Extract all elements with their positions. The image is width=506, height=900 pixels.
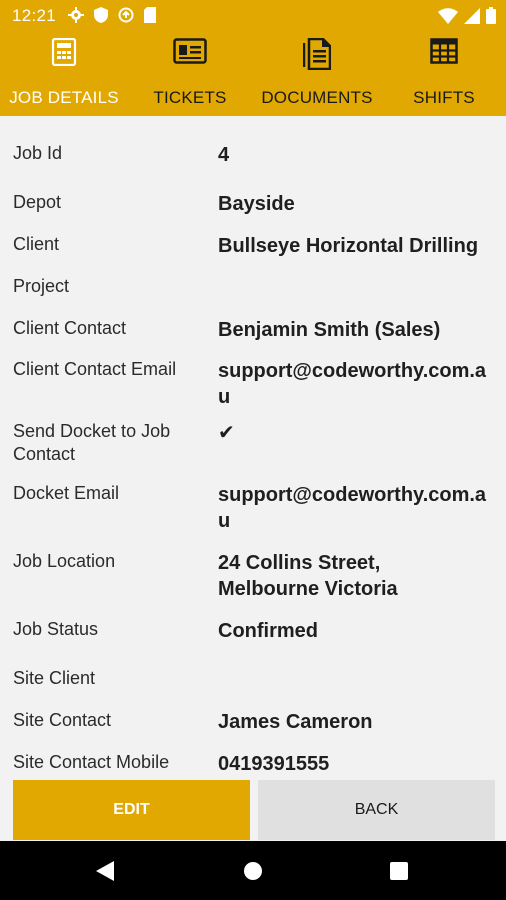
detail-value: Confirmed — [218, 620, 318, 642]
detail-value: 24 Collins Street, Melbourne Victoria — [218, 552, 398, 600]
tab-job-details[interactable]: JOB DETAILS — [0, 32, 128, 116]
detail-label: Project — [13, 276, 70, 296]
status-bar: 12:21 — [0, 0, 506, 32]
tab-bar: JOB DETAILS TICKETS DOCUMENTS SHIFTS — [0, 32, 506, 116]
detail-label: Site Contact Mobile — [13, 752, 170, 772]
detail-value: 0419391555 — [218, 753, 330, 775]
status-icons-right — [438, 7, 496, 29]
detail-label: Site Contact — [13, 710, 112, 730]
job-details-list: Job Id 4 Depot Bayside Client Bullseye H… — [0, 116, 506, 780]
detail-label: Job Id — [13, 143, 63, 163]
tab-shifts-label: SHIFTS — [413, 88, 475, 107]
cell-signal-icon — [464, 7, 480, 29]
back-button[interactable]: BACK — [258, 780, 495, 840]
status-icons-left — [68, 7, 156, 28]
detail-value: 4 — [218, 144, 230, 166]
detail-label: Job Status — [13, 619, 99, 639]
checkmark-icon: ✔ — [218, 422, 235, 444]
wifi-icon — [438, 7, 458, 29]
detail-value: support@codeworthy.com.au — [218, 484, 487, 532]
tab-shifts[interactable]: SHIFTS — [392, 32, 496, 116]
settings-gear-icon — [68, 7, 84, 28]
documents-icon — [302, 37, 332, 75]
edit-button[interactable]: EDIT — [13, 780, 250, 840]
shield-icon — [94, 7, 108, 28]
app-header: 12:21 JOB DETAILS TICKETS DOCUMENTS SHIF… — [0, 0, 506, 116]
tab-documents-label: DOCUMENTS — [261, 88, 373, 107]
calculator-icon — [51, 37, 77, 71]
battery-icon — [486, 7, 496, 29]
detail-value: James Cameron — [218, 711, 373, 733]
detail-value: support@codeworthy.com.au — [218, 360, 487, 408]
detail-value: Bayside — [218, 193, 295, 215]
grid-table-icon — [430, 38, 458, 69]
tab-documents[interactable]: DOCUMENTS — [252, 32, 382, 116]
detail-label: Send Docket to Job Contact — [13, 421, 171, 464]
tab-tickets-label: TICKETS — [153, 88, 227, 107]
detail-label: Docket Email — [13, 483, 120, 503]
data-saver-icon — [118, 7, 134, 28]
nav-recents-icon[interactable] — [369, 841, 429, 900]
detail-label: Depot — [13, 192, 62, 212]
detail-value: Bullseye Horizontal Drilling — [218, 235, 479, 257]
detail-label: Client — [13, 234, 60, 254]
system-nav-bar — [0, 841, 506, 900]
status-time: 12:21 — [12, 6, 57, 25]
detail-label: Job Location — [13, 551, 116, 571]
detail-value: Benjamin Smith (Sales) — [218, 319, 441, 341]
sd-card-icon — [144, 7, 156, 28]
tab-job-details-label: JOB DETAILS — [9, 88, 119, 107]
nav-back-icon[interactable] — [75, 841, 135, 900]
detail-label: Site Client — [13, 668, 96, 688]
id-card-icon — [173, 38, 207, 69]
detail-label: Client Contact Email — [13, 359, 177, 379]
tab-tickets[interactable]: TICKETS — [138, 32, 242, 116]
nav-home-icon[interactable] — [223, 841, 283, 900]
detail-label: Client Contact — [13, 318, 127, 338]
